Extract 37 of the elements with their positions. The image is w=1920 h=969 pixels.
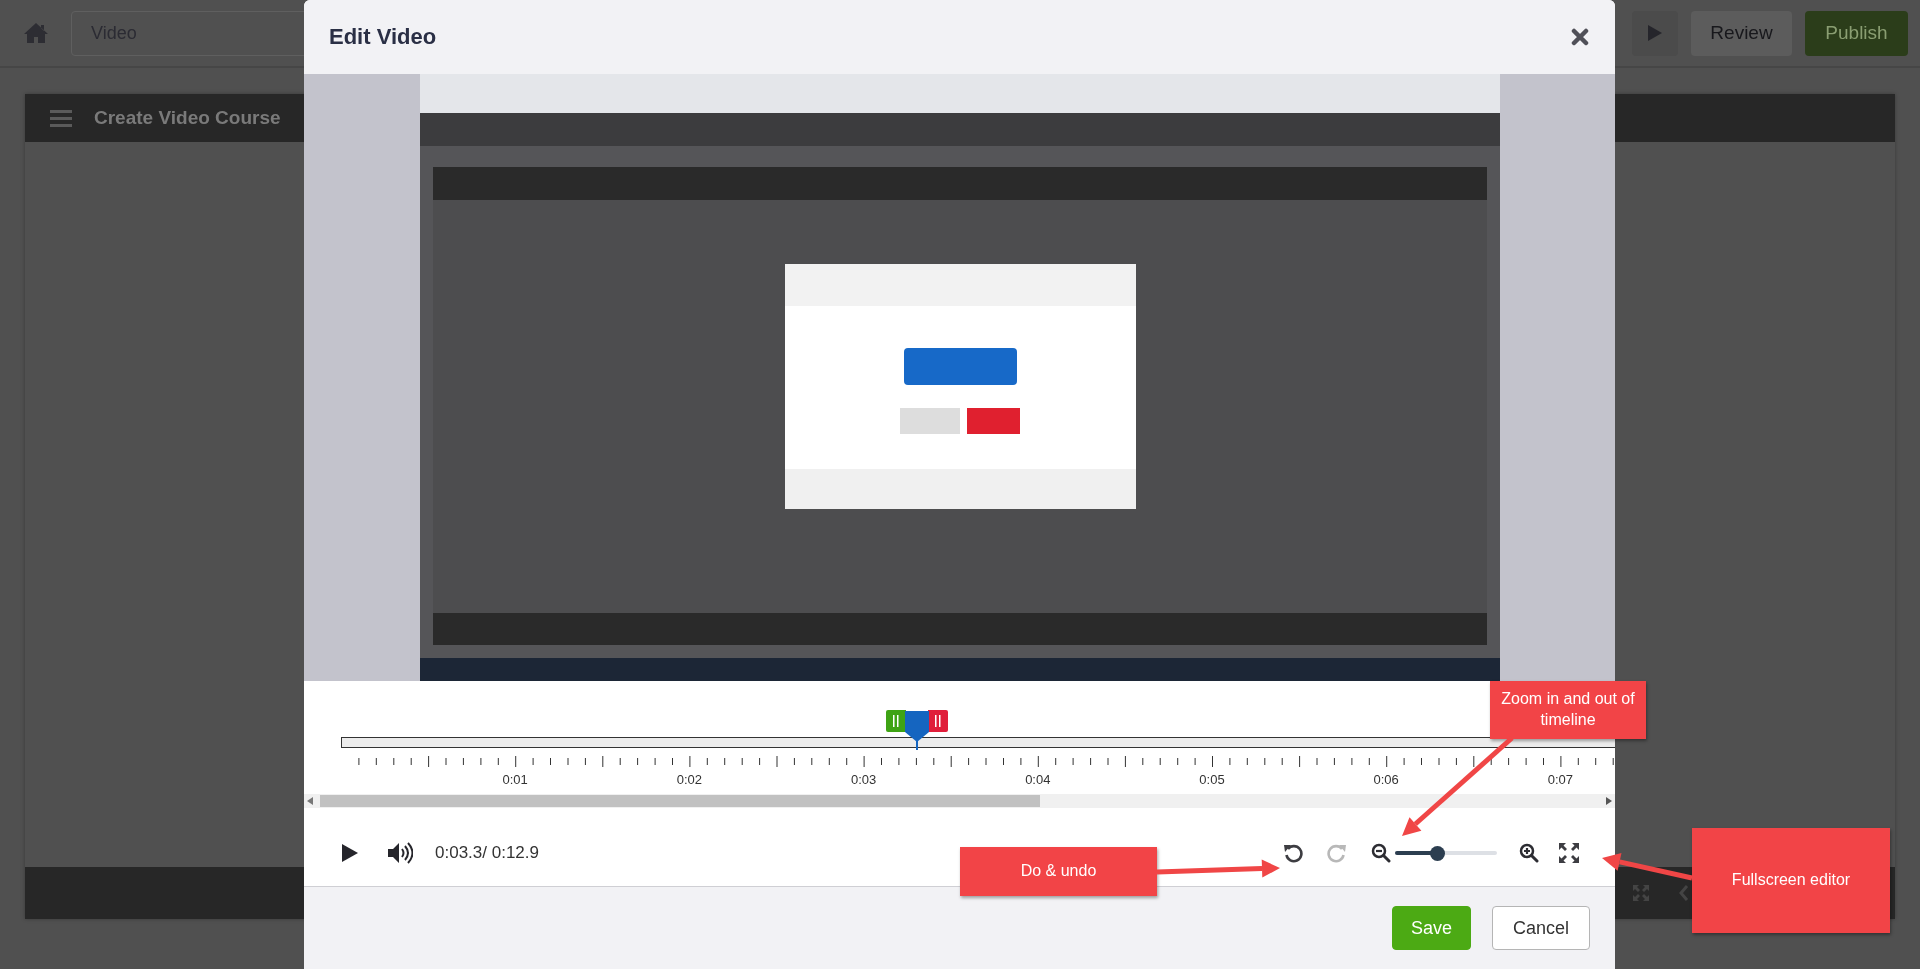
- close-icon[interactable]: [1571, 28, 1589, 46]
- time-label: 0:03: [850, 772, 877, 787]
- play-icon: [1648, 25, 1662, 41]
- trim-start-handle[interactable]: [885, 710, 906, 732]
- callout-label: Do & undo: [960, 847, 1157, 896]
- cancel-button[interactable]: Cancel: [1491, 906, 1590, 950]
- horizontal-scrollbar[interactable]: [304, 794, 1615, 808]
- slider-thumb[interactable]: [1429, 845, 1445, 861]
- play-icon[interactable]: [342, 844, 358, 862]
- callout-label: Fullscreen editor: [1692, 828, 1890, 933]
- playhead-marker-icon[interactable]: [903, 710, 930, 742]
- dialog-title: Edit Video: [329, 24, 437, 50]
- playback-time: 0:03.3/ 0:12.9: [435, 843, 539, 863]
- grip-icon: [892, 715, 899, 727]
- time-label: 0:02: [676, 772, 703, 787]
- time-label: 0:01: [502, 772, 528, 787]
- zoom-out-icon[interactable]: [1371, 843, 1391, 863]
- grip-icon: [934, 715, 941, 727]
- panel-title: Create Video Course: [94, 107, 281, 129]
- timeline-track[interactable]: [341, 737, 1615, 748]
- callout-label: Zoom in and out of timeline: [1490, 681, 1646, 739]
- time-label: 0:04: [1025, 772, 1051, 787]
- volume-icon[interactable]: [387, 842, 413, 864]
- save-button[interactable]: Save: [1391, 906, 1471, 950]
- trim-end-handle[interactable]: [927, 710, 948, 732]
- zoom-in-icon[interactable]: [1519, 843, 1539, 863]
- scroll-right-icon[interactable]: [1606, 797, 1612, 805]
- scrollbar-thumb[interactable]: [320, 795, 1040, 807]
- time-label: 0:05: [1199, 772, 1225, 787]
- time-label: 0:06: [1373, 772, 1399, 787]
- publish-button[interactable]: Publish: [1805, 10, 1908, 56]
- time-label: 0:07: [1547, 772, 1574, 787]
- fullscreen-icon[interactable]: [1559, 843, 1579, 863]
- scroll-left-icon[interactable]: [307, 797, 313, 805]
- zoom-slider[interactable]: [1395, 845, 1497, 861]
- review-button[interactable]: Review: [1691, 10, 1792, 56]
- undo-icon[interactable]: [1283, 843, 1303, 863]
